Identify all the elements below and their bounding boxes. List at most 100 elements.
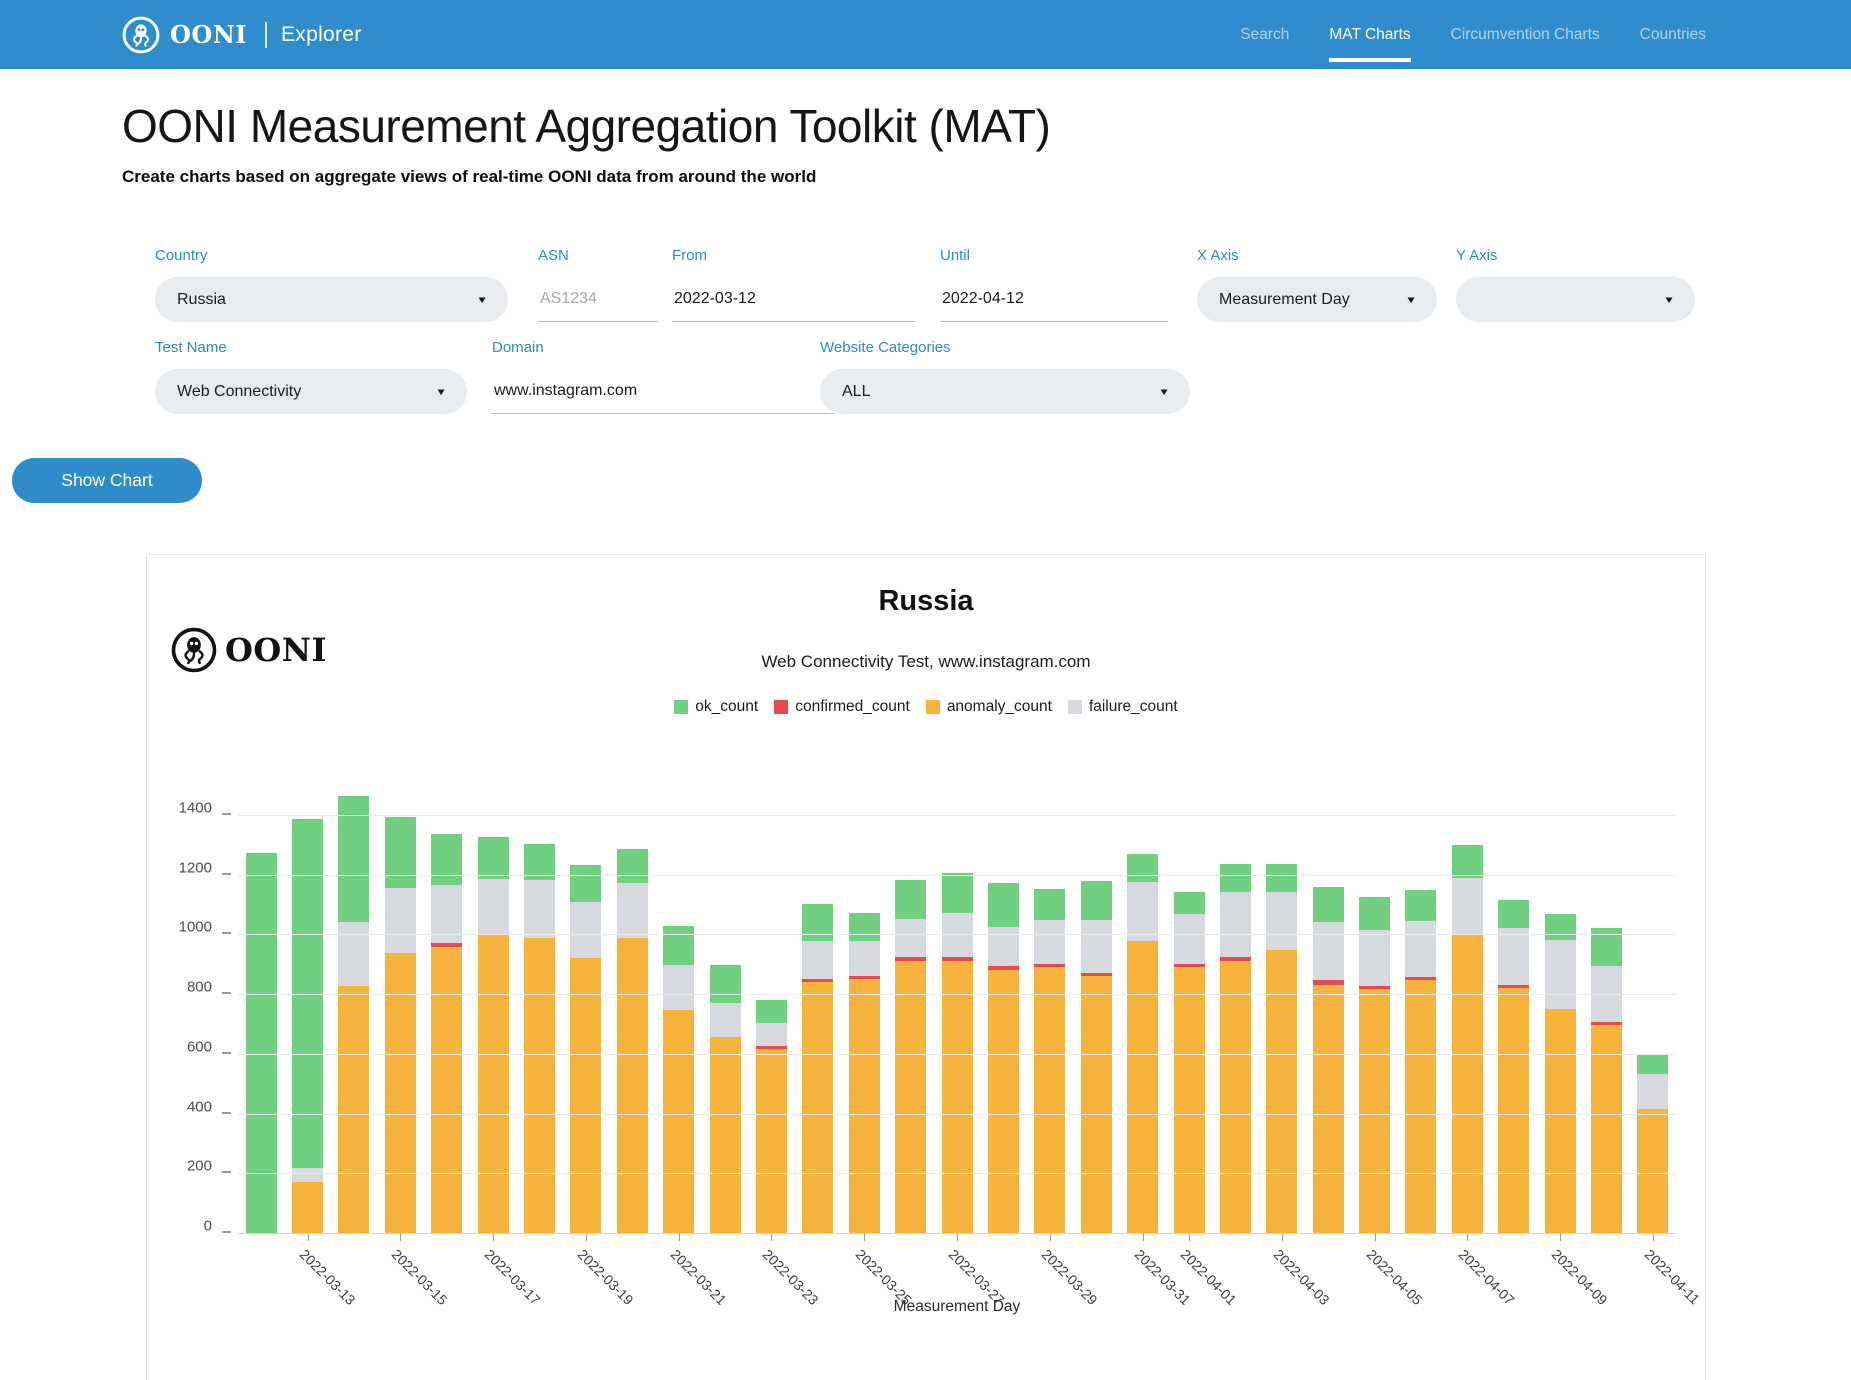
bar-segment-ok_count bbox=[895, 880, 926, 919]
bar-segment-anomaly_count bbox=[338, 986, 369, 1234]
bar-2022-03-21[interactable] bbox=[663, 926, 694, 1234]
bar-2022-04-06[interactable] bbox=[1405, 890, 1436, 1234]
bar-segment-anomaly_count bbox=[1498, 988, 1529, 1234]
chevron-down-icon: ▼ bbox=[435, 386, 447, 397]
stacked-bar-plot: 2022-03-132022-03-152022-03-172022-03-19… bbox=[238, 786, 1676, 1234]
x-tick-mark bbox=[679, 1234, 680, 1241]
bar-segment-ok_count bbox=[570, 865, 601, 902]
bar-segment-ok_count bbox=[849, 913, 880, 941]
bar-2022-04-02[interactable] bbox=[1220, 864, 1251, 1234]
bar-2022-03-29[interactable] bbox=[1034, 889, 1065, 1234]
bar-slot-2022-03-16 bbox=[424, 786, 470, 1234]
bar-segment-anomaly_count bbox=[1266, 950, 1297, 1234]
bar-2022-03-23[interactable] bbox=[756, 1000, 787, 1234]
bar-2022-04-10[interactable] bbox=[1591, 928, 1622, 1234]
bar-2022-03-19[interactable] bbox=[570, 865, 601, 1234]
bar-segment-anomaly_count bbox=[524, 938, 555, 1234]
bar-2022-04-05[interactable] bbox=[1359, 897, 1390, 1234]
bar-segment-anomaly_count bbox=[1637, 1109, 1668, 1234]
legend-item-ok-count: ok_count bbox=[674, 698, 758, 716]
legend-label: anomaly_count bbox=[947, 698, 1052, 716]
page-title: OONI Measurement Aggregation Toolkit (MA… bbox=[122, 99, 1729, 153]
domain-label: Domain bbox=[492, 339, 835, 356]
nav-circumvention-charts[interactable]: Circumvention Charts bbox=[1451, 20, 1600, 50]
domain-input[interactable] bbox=[492, 369, 835, 414]
bar-2022-03-18[interactable] bbox=[524, 844, 555, 1234]
x-tick-mark bbox=[1189, 1234, 1190, 1241]
bar-slot-2022-03-29: 2022-03-29 bbox=[1027, 786, 1073, 1234]
from-date-input[interactable] bbox=[672, 277, 915, 322]
bar-2022-04-03[interactable] bbox=[1266, 864, 1297, 1234]
chart-card: OONI Russia Web Connectivity Test, www.i… bbox=[146, 554, 1706, 1380]
x-axis-title: Measurement Day bbox=[238, 1298, 1676, 1316]
bar-2022-03-12[interactable] bbox=[246, 853, 277, 1234]
bar-2022-03-24[interactable] bbox=[802, 904, 833, 1234]
country-select[interactable]: Russia ▼ bbox=[155, 277, 508, 322]
bar-2022-04-01[interactable] bbox=[1174, 892, 1205, 1234]
bar-slot-2022-03-17: 2022-03-17 bbox=[470, 786, 516, 1234]
gridline-800 bbox=[238, 994, 1676, 995]
bar-segment-anomaly_count bbox=[988, 970, 1019, 1234]
bar-2022-04-04[interactable] bbox=[1313, 887, 1344, 1234]
test-name-select[interactable]: Web Connectivity ▼ bbox=[155, 369, 467, 414]
bar-segment-failure_count bbox=[338, 922, 369, 986]
bar-segment-failure_count bbox=[1498, 928, 1529, 984]
show-chart-button[interactable]: Show Chart bbox=[12, 458, 202, 503]
bar-segment-ok_count bbox=[1498, 900, 1529, 929]
y-tick-mark bbox=[222, 1052, 231, 1054]
bar-2022-03-13[interactable] bbox=[292, 819, 323, 1234]
bar-segment-anomaly_count bbox=[478, 935, 509, 1234]
asn-input[interactable] bbox=[538, 277, 658, 322]
bar-2022-03-28[interactable] bbox=[988, 883, 1019, 1234]
x-tick-mark bbox=[1050, 1234, 1051, 1241]
bar-2022-04-07[interactable] bbox=[1452, 845, 1483, 1234]
bar-segment-anomaly_count bbox=[1220, 961, 1251, 1234]
gridline-400 bbox=[238, 1114, 1676, 1115]
x-axis-select-value: Measurement Day bbox=[1219, 291, 1350, 309]
bar-segment-failure_count bbox=[802, 941, 833, 978]
ooni-octopus-icon bbox=[122, 16, 160, 54]
bar-2022-04-09[interactable] bbox=[1545, 914, 1576, 1234]
bar-segment-anomaly_count bbox=[942, 961, 973, 1234]
bar-2022-03-17[interactable] bbox=[478, 837, 509, 1234]
bar-2022-03-25[interactable] bbox=[849, 913, 880, 1234]
nav-mat-charts[interactable]: MAT Charts bbox=[1329, 20, 1410, 50]
bar-2022-04-08[interactable] bbox=[1498, 900, 1529, 1234]
x-axis-select[interactable]: Measurement Day ▼ bbox=[1197, 277, 1437, 322]
nav-search[interactable]: Search bbox=[1240, 20, 1289, 50]
bar-segment-failure_count bbox=[1545, 940, 1576, 1009]
nav-countries[interactable]: Countries bbox=[1640, 20, 1706, 50]
y-axis-select[interactable]: ▼ bbox=[1456, 277, 1695, 322]
x-tick-mark bbox=[1282, 1234, 1283, 1241]
legend-label: ok_count bbox=[695, 698, 758, 716]
bar-segment-failure_count bbox=[1405, 921, 1436, 977]
bar-segment-anomaly_count bbox=[663, 1010, 694, 1234]
bar-2022-03-22[interactable] bbox=[710, 965, 741, 1234]
legend-swatch-confirmed bbox=[774, 700, 788, 714]
bar-2022-03-15[interactable] bbox=[385, 817, 416, 1234]
asn-label: ASN bbox=[538, 247, 658, 264]
y-tick-label-400: 400 bbox=[150, 1098, 212, 1115]
bar-segment-failure_count bbox=[617, 883, 648, 938]
legend-swatch-ok bbox=[674, 700, 688, 714]
until-date-input[interactable] bbox=[940, 277, 1168, 322]
bar-2022-03-14[interactable] bbox=[338, 796, 369, 1234]
legend-swatch-anomaly bbox=[926, 700, 940, 714]
test-name-select-value: Web Connectivity bbox=[177, 383, 301, 401]
bar-2022-03-20[interactable] bbox=[617, 849, 648, 1234]
website-categories-select-value: ALL bbox=[842, 383, 870, 401]
bar-2022-04-11[interactable] bbox=[1637, 1055, 1668, 1234]
bar-slot-2022-03-23: 2022-03-23 bbox=[748, 786, 794, 1234]
bar-slot-2022-03-15: 2022-03-15 bbox=[377, 786, 423, 1234]
bar-slot-2022-04-04 bbox=[1305, 786, 1351, 1234]
bar-segment-failure_count bbox=[1637, 1074, 1668, 1108]
bar-segment-failure_count bbox=[1452, 878, 1483, 934]
bar-segment-failure_count bbox=[988, 927, 1019, 966]
bar-2022-03-31[interactable] bbox=[1127, 854, 1158, 1234]
ooni-explorer-logo[interactable]: OONI Explorer bbox=[122, 16, 362, 54]
website-categories-select[interactable]: ALL ▼ bbox=[820, 369, 1190, 414]
brand-divider bbox=[265, 22, 267, 48]
bar-2022-03-26[interactable] bbox=[895, 880, 926, 1234]
y-tick-label-1000: 1000 bbox=[150, 919, 212, 936]
bar-slot-2022-03-27: 2022-03-27 bbox=[934, 786, 980, 1234]
